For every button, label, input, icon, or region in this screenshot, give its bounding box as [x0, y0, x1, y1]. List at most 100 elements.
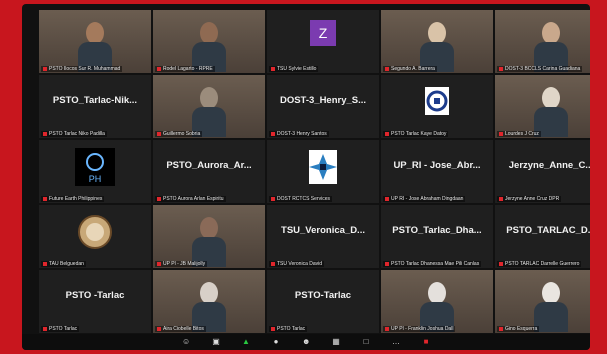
participant-name-label: Jerzyne Anne Cruz DPR — [497, 196, 562, 202]
participant-tile[interactable]: UP Pl - Franklin Joshua Dall — [381, 270, 493, 333]
video-feed — [495, 10, 590, 73]
whiteboard-icon[interactable]: □ — [362, 338, 370, 346]
end-icon[interactable]: ■ — [422, 338, 430, 346]
mic-muted-icon — [499, 131, 503, 136]
participant-name: TSU Veronica David — [277, 261, 323, 267]
mic-muted-icon — [499, 66, 503, 71]
participant-name: PSTO Tarlac — [49, 326, 78, 332]
participant-tile[interactable]: Lourdes J Cruz — [495, 75, 590, 138]
participant-name-label: UP RI - Jose Abraham Dingdaan — [383, 196, 466, 202]
participant-name-label: PSTO Aurora Arlan Espiritu — [155, 196, 226, 202]
participant-tile[interactable]: DOST-3_Henry_S... DOST-3 Henry Santos — [267, 75, 379, 138]
share-screen-icon[interactable]: ▲ — [242, 338, 250, 346]
participant-name: Aira Ciobelle Bitos — [163, 326, 204, 332]
participant-name-label: DOST-3 Henry Santos — [269, 131, 329, 137]
participant-tile[interactable]: PSTO Tarlac Kaye Datoy — [381, 75, 493, 138]
mic-muted-icon — [43, 196, 47, 201]
participant-tile[interactable]: PSTO -Tarlac PSTO Tarlac — [39, 270, 151, 333]
participant-name: DOST RCTCS Services — [277, 196, 330, 202]
participant-tile[interactable]: DOST-3 BCCLS Carina Guadiana — [495, 10, 590, 73]
participant-tile[interactable]: Rodel Lagarto - RPRE — [153, 10, 265, 73]
dost-logo-icon — [425, 87, 449, 115]
participant-display-name: PSTO_Aurora_Ar... — [166, 160, 252, 171]
ph-logo-icon: PH — [75, 148, 115, 186]
participant-grid: PSTO Ilocos Sur R. Muhammad Rodel Lagarto… — [39, 10, 590, 336]
video-feed — [495, 75, 590, 138]
mic-muted-icon — [271, 261, 275, 266]
mic-muted-icon — [271, 131, 275, 136]
record-icon[interactable]: ● — [272, 338, 280, 346]
participant-name-label: Aira Ciobelle Bitos — [155, 326, 206, 332]
mic-muted-icon — [385, 326, 389, 331]
participant-name-label: TSU Sylvie Estillo — [269, 66, 319, 72]
participant-tile[interactable]: DOST RCTCS Services — [267, 140, 379, 203]
mic-muted-icon — [157, 326, 161, 331]
participant-name: TSU Sylvie Estillo — [277, 66, 317, 72]
mic-muted-icon — [385, 196, 389, 201]
participant-display-name: Jerzyne_Anne_C... — [508, 160, 590, 171]
mic-muted-icon — [43, 66, 47, 71]
participant-display-name: DOST-3_Henry_S... — [279, 95, 367, 106]
participant-name: PSTO Aurora Arlan Espiritu — [163, 196, 224, 202]
mic-muted-icon — [271, 196, 275, 201]
participant-name-label: UP Pl - Franklin Joshua Dall — [383, 326, 456, 332]
mic-muted-icon — [499, 261, 503, 266]
participant-tile[interactable]: Aira Ciobelle Bitos — [153, 270, 265, 333]
participant-name-label: DOST RCTCS Services — [269, 196, 332, 202]
participant-tile[interactable]: PSTO_Tarlac_Dha... PSTO Tarlac Dhanessa M… — [381, 205, 493, 268]
mic-muted-icon — [499, 196, 503, 201]
video-feed — [39, 10, 151, 73]
participant-tile[interactable]: TSU_Veronica_D... TSU Veronica David — [267, 205, 379, 268]
participant-tile[interactable]: UP_RI - Jose_Abr... UP RI - Jose Abraham … — [381, 140, 493, 203]
participant-name-label: TSU Veronica David — [269, 261, 325, 267]
participant-tile[interactable]: PSTO_Tarlac-Nik... PSTO Tarlac Niko Padil… — [39, 75, 151, 138]
participant-name: Lourdes J Cruz — [505, 131, 539, 137]
mic-muted-icon — [157, 66, 161, 71]
participant-tile[interactable]: PSTO_TARLAC_D... PSTO TARLAC Darrelle Gue… — [495, 205, 590, 268]
participant-name-label: PSTO Tarlac — [269, 326, 308, 332]
participants-icon[interactable]: ☺ — [182, 338, 190, 346]
participant-name-label: PSTO Tarlac Dhanessa Mae Pili Canlas — [383, 261, 482, 267]
video-feed — [153, 270, 265, 333]
participant-name: PSTO Tarlac Dhanessa Mae Pili Canlas — [391, 261, 480, 267]
more-icon[interactable]: … — [392, 338, 400, 346]
participant-name-label: PSTO Tarlac Niko Padilla — [41, 131, 107, 137]
participant-tile[interactable]: Segundo A. Barrera — [381, 10, 493, 73]
participant-tile[interactable]: UP Pl - JB Malijolly — [153, 205, 265, 268]
video-feed — [153, 10, 265, 73]
reactions-icon[interactable]: ☻ — [302, 338, 310, 346]
participant-tile[interactable]: Guillermo Sobria — [153, 75, 265, 138]
participant-tile[interactable]: PH Future Earth Philippines — [39, 140, 151, 203]
mic-muted-icon — [385, 131, 389, 136]
participant-display-name: PSTO -Tarlac — [65, 290, 125, 301]
chat-icon[interactable]: ▣ — [212, 338, 220, 346]
participant-name-label: UP Pl - JB Malijolly — [155, 261, 208, 267]
participant-display-name: PSTO-Tarlac — [294, 290, 352, 301]
participant-tile[interactable]: PSTO_Aurora_Ar... PSTO Aurora Arlan Espir… — [153, 140, 265, 203]
participant-name: PSTO Ilocos Sur R. Muhammad — [49, 66, 121, 72]
participant-name-label: PSTO Ilocos Sur R. Muhammad — [41, 66, 123, 72]
mic-muted-icon — [43, 131, 47, 136]
mic-muted-icon — [271, 326, 275, 331]
participant-name-label: Segundo A. Barrera — [383, 66, 437, 72]
participant-tile[interactable]: PSTO Ilocos Sur R. Muhammad — [39, 10, 151, 73]
mic-muted-icon — [157, 196, 161, 201]
participant-name: UP RI - Jose Abraham Dingdaan — [391, 196, 464, 202]
participant-display-name: UP_RI - Jose_Abr... — [393, 160, 481, 171]
participant-name-label: Gino Esquerra — [497, 326, 540, 332]
video-feed — [495, 270, 590, 333]
star-logo-icon — [309, 150, 337, 184]
participant-tile[interactable]: Gino Esquerra — [495, 270, 590, 333]
participant-tile[interactable]: Jerzyne_Anne_C... Jerzyne Anne Cruz DPR — [495, 140, 590, 203]
participant-tile[interactable]: PSTO-Tarlac PSTO Tarlac — [267, 270, 379, 333]
participant-display-name: PSTO_Tarlac_Dha... — [392, 225, 482, 236]
participant-name: Future Earth Philippines — [49, 196, 103, 202]
participant-tile[interactable]: Z TSU Sylvie Estillo — [267, 10, 379, 73]
participant-tile[interactable]: TAU Belguedan — [39, 205, 151, 268]
participant-name-label: Rodel Lagarto - RPRE — [155, 66, 215, 72]
mic-muted-icon — [43, 261, 47, 266]
apps-icon[interactable]: ▦ — [332, 338, 340, 346]
participant-name: Gino Esquerra — [505, 326, 538, 332]
participant-name: Segundo A. Barrera — [391, 66, 435, 72]
video-feed — [381, 270, 493, 333]
